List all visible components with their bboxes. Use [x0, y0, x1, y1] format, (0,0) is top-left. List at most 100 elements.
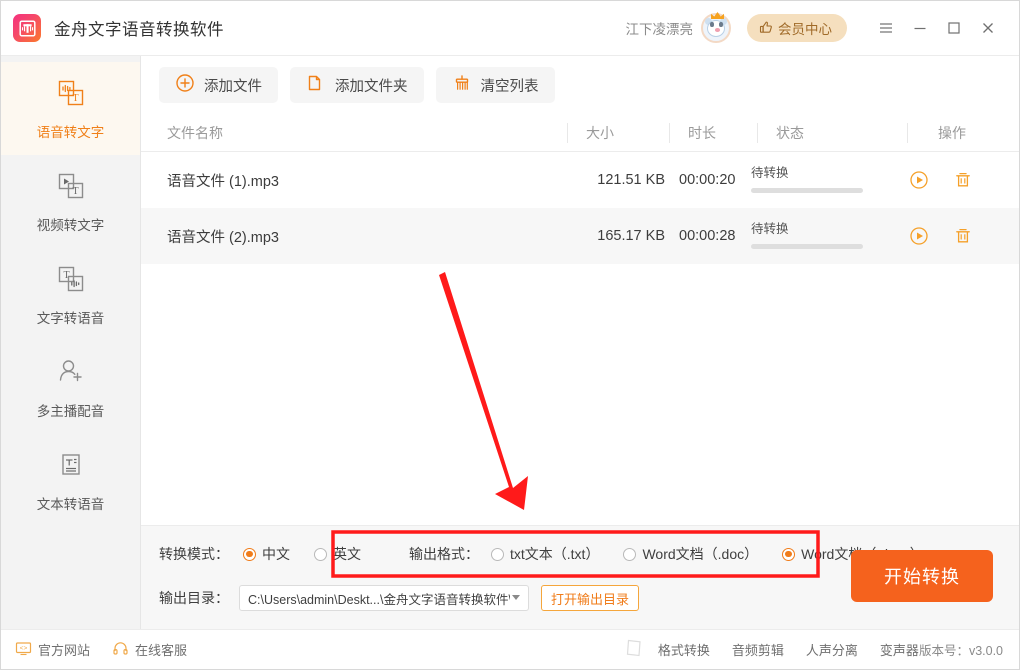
text-to-audio-icon: T [53, 262, 89, 298]
open-output-dir-label: 打开输出目录 [551, 591, 630, 607]
page-title: 金舟文字语音转换软件 [54, 21, 224, 39]
svg-text:T: T [72, 186, 78, 197]
main-panel: 添加文件 添加文件夹 清空列表 文件名称 大小 时长 状态 操作 语音文件 (1… [141, 56, 1019, 629]
thumbs-up-icon [759, 20, 773, 37]
file-name: 语音文件 (2).mp3 [167, 229, 279, 246]
folder-icon [306, 73, 326, 97]
chevron-down-icon[interactable] [510, 591, 522, 606]
add-file-button[interactable]: 添加文件 [159, 67, 278, 103]
page-icon [625, 638, 644, 661]
format-option-label: txt文本（.txt） [510, 546, 600, 562]
online-support-label: 在线客服 [135, 643, 188, 658]
column-header-duration: 时长 [669, 122, 757, 143]
online-support-link[interactable]: 在线客服 [112, 640, 187, 660]
mode-label: 转换模式： [159, 546, 229, 562]
mode-option-english[interactable]: 英文 [314, 544, 361, 564]
vip-center-label: 会员中心 [778, 22, 832, 37]
output-dir-input[interactable]: C:\Users\admin\Deskt...\金舟文字语音转换软件\ [239, 585, 529, 611]
svg-text:T: T [72, 93, 78, 104]
file-duration: 00:00:28 [679, 228, 736, 244]
audio-to-text-icon: T [53, 76, 89, 112]
footer-tool-audio-edit[interactable]: 音频剪辑 [732, 640, 784, 659]
video-to-text-icon: T [53, 169, 89, 205]
close-icon[interactable] [971, 11, 1005, 45]
user-avatar-icon[interactable] [701, 12, 731, 43]
monitor-icon: <> [15, 640, 32, 660]
format-option-doc[interactable]: Word文档（.doc） [623, 544, 758, 564]
trash-icon[interactable] [953, 170, 973, 190]
vip-center-button[interactable]: 会员中心 [747, 14, 847, 42]
username-label: 江下凌漂亮 [625, 22, 694, 37]
footer-tool-format-convert[interactable]: 格式转换 [658, 640, 710, 659]
sidebar-item-document-to-audio[interactable]: 文本转语音 [1, 434, 140, 527]
play-circle-icon[interactable] [909, 226, 929, 246]
footer-tool-voice-changer[interactable]: 变声器 [880, 640, 919, 659]
radio-dot-icon [243, 547, 256, 561]
radio-dot-icon [491, 547, 504, 561]
trash-icon[interactable] [953, 226, 973, 246]
file-size: 165.17 KB [597, 228, 665, 244]
sidebar-item-label: 视频转文字 [36, 218, 105, 233]
footer-tool-vocal-separation[interactable]: 人声分离 [806, 640, 858, 659]
file-status: 待转换 [751, 222, 901, 249]
clear-list-label: 清空列表 [480, 78, 539, 95]
mode-option-chinese[interactable]: 中文 [243, 544, 290, 564]
column-header-name: 文件名称 [167, 124, 223, 141]
sidebar-item-label: 多主播配音 [36, 404, 105, 419]
official-website-link[interactable]: <> 官方网站 [15, 640, 90, 660]
status-badge: 待转换 [751, 166, 789, 181]
multi-speaker-icon [53, 355, 89, 391]
app-logo-icon [13, 14, 41, 42]
add-folder-button[interactable]: 添加文件夹 [290, 67, 424, 103]
start-convert-label: 开始转换 [884, 567, 960, 587]
column-header-size: 大小 [567, 122, 669, 143]
format-option-txt[interactable]: txt文本（.txt） [491, 544, 599, 564]
official-website-label: 官方网站 [38, 643, 91, 658]
footer-tools: 格式转换 音频剪辑 人声分离 变声器 [625, 638, 919, 661]
footer-bar: <> 官方网站 在线客服 格式转换 音频剪辑 人声分离 变声器 版本号：v3.0… [1, 629, 1019, 669]
minimize-icon[interactable] [903, 11, 937, 45]
column-header-status: 状态 [757, 122, 907, 143]
hamburger-menu-icon[interactable] [869, 11, 903, 45]
file-name: 语音文件 (1).mp3 [167, 173, 279, 190]
row-actions [901, 226, 1019, 246]
radio-dot-icon [314, 547, 327, 561]
open-output-dir-button[interactable]: 打开输出目录 [541, 585, 640, 611]
body-container: T 语音转文字 T 视频转文字 T 文字转语音 多主播配音 文本转语音 添加文件… [1, 56, 1019, 629]
sidebar-item-text-to-audio[interactable]: T 文字转语音 [1, 248, 140, 341]
plus-circle-icon [175, 73, 195, 97]
start-convert-button[interactable]: 开始转换 [851, 550, 993, 602]
format-option-label: Word文档（.doc） [642, 546, 759, 562]
maximize-icon[interactable] [937, 11, 971, 45]
row-actions [901, 170, 1019, 190]
sidebar-item-video-to-text[interactable]: T 视频转文字 [1, 155, 140, 248]
play-circle-icon[interactable] [909, 170, 929, 190]
version-label: 版本号：v3.0.0 [918, 644, 1003, 658]
add-file-label: 添加文件 [204, 78, 262, 95]
clear-list-button[interactable]: 清空列表 [435, 67, 555, 103]
file-status: 待转换 [751, 166, 901, 193]
broom-icon [452, 73, 472, 97]
settings-panel: 转换模式： 中文 英文 输出格式： txt文本（.txt） Word文档（.do… [141, 525, 1019, 629]
file-toolbar: 添加文件 添加文件夹 清空列表 [141, 56, 1019, 114]
window-controls [869, 11, 1005, 45]
add-folder-label: 添加文件夹 [335, 78, 408, 95]
file-list-empty-area [141, 264, 1019, 525]
mode-option-label: 中文 [262, 546, 290, 562]
mode-option-label: 英文 [333, 546, 361, 562]
column-header-action: 操作 [907, 122, 1019, 143]
table-row[interactable]: 语音文件 (1).mp3 121.51 KB 00:00:20 待转换 [141, 152, 1019, 208]
radio-dot-icon [782, 547, 796, 561]
file-duration: 00:00:20 [679, 172, 736, 188]
sidebar-item-label: 文字转语音 [36, 311, 105, 326]
table-row[interactable]: 语音文件 (2).mp3 165.17 KB 00:00:28 待转换 [141, 208, 1019, 264]
file-table-body: 语音文件 (1).mp3 121.51 KB 00:00:20 待转换 语音文件… [141, 152, 1019, 264]
sidebar-item-audio-to-text[interactable]: T 语音转文字 [1, 62, 140, 155]
progress-bar [751, 187, 863, 193]
progress-bar [751, 243, 863, 249]
sidebar-item-multi-speaker[interactable]: 多主播配音 [1, 341, 140, 434]
application-window: 金舟文字语音转换软件 江下凌漂亮 会员中心 T 语音转文字 T 视频转文字 T … [0, 0, 1020, 670]
headset-icon [112, 640, 129, 660]
output-dir-value: C:\Users\admin\Deskt...\金舟文字语音转换软件\ [248, 592, 510, 607]
document-to-audio-icon [53, 448, 89, 484]
